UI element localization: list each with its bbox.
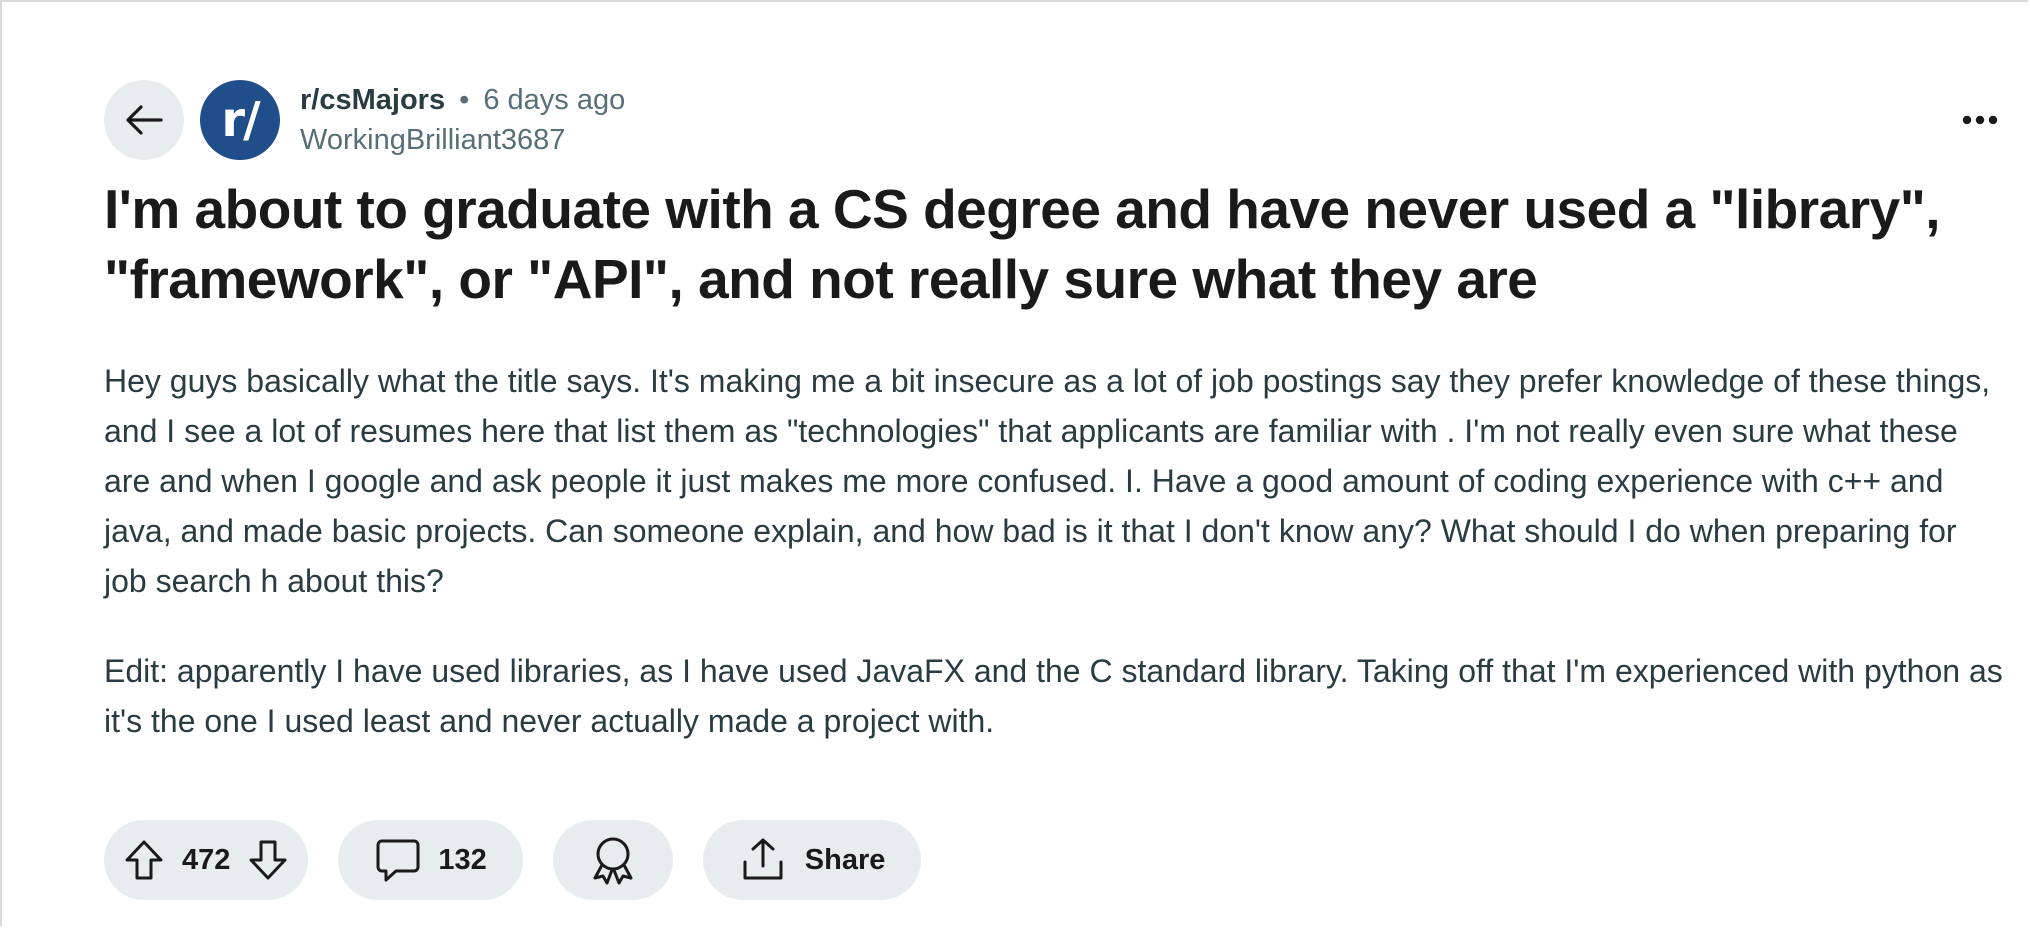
post-meta-top: r/csMajors • 6 days ago bbox=[300, 80, 625, 120]
share-icon bbox=[743, 838, 783, 880]
post-meta: r/csMajors • 6 days ago WorkingBrilliant… bbox=[300, 80, 625, 160]
comment-icon bbox=[376, 839, 420, 882]
share-label: Share bbox=[804, 843, 886, 876]
post-title[interactable]: I'm about to graduate with a CS degree a… bbox=[104, 174, 1984, 314]
upvote-button[interactable] bbox=[122, 838, 166, 882]
post-body: Hey guys basically what the title says. … bbox=[104, 356, 2004, 746]
subreddit-link[interactable]: r/csMajors bbox=[300, 84, 445, 116]
subreddit-avatar[interactable]: r/ bbox=[200, 80, 280, 160]
share-button[interactable]: Share bbox=[702, 820, 922, 900]
comments-button[interactable]: 132 bbox=[338, 820, 523, 900]
post-header: r/ r/csMajors • 6 days ago WorkingBrilli… bbox=[104, 78, 2004, 162]
more-options-button[interactable] bbox=[1950, 100, 2010, 140]
back-arrow-icon bbox=[126, 105, 163, 135]
meta-separator: • bbox=[459, 84, 470, 116]
award-button[interactable] bbox=[552, 820, 673, 900]
post-actions-bar: 472 132 Share bbox=[104, 820, 951, 900]
vote-count: 472 bbox=[182, 843, 231, 876]
author-link[interactable]: WorkingBrilliant3687 bbox=[300, 120, 625, 160]
back-button[interactable] bbox=[104, 80, 184, 160]
comment-count: 132 bbox=[438, 843, 487, 876]
downvote-button[interactable] bbox=[246, 838, 290, 882]
upvote-icon bbox=[125, 840, 163, 880]
more-options-icon bbox=[1962, 115, 1998, 125]
post-age: 6 days ago bbox=[483, 84, 626, 116]
award-icon bbox=[593, 837, 633, 885]
subreddit-avatar-text: r/ bbox=[221, 92, 260, 148]
post-container: r/ r/csMajors • 6 days ago WorkingBrilli… bbox=[104, 78, 2004, 786]
vote-control: 472 bbox=[104, 820, 309, 900]
downvote-icon bbox=[249, 840, 287, 880]
post-body-paragraph: Hey guys basically what the title says. … bbox=[104, 363, 1991, 599]
post-body-paragraph: Edit: apparently I have used libraries, … bbox=[104, 653, 2003, 739]
